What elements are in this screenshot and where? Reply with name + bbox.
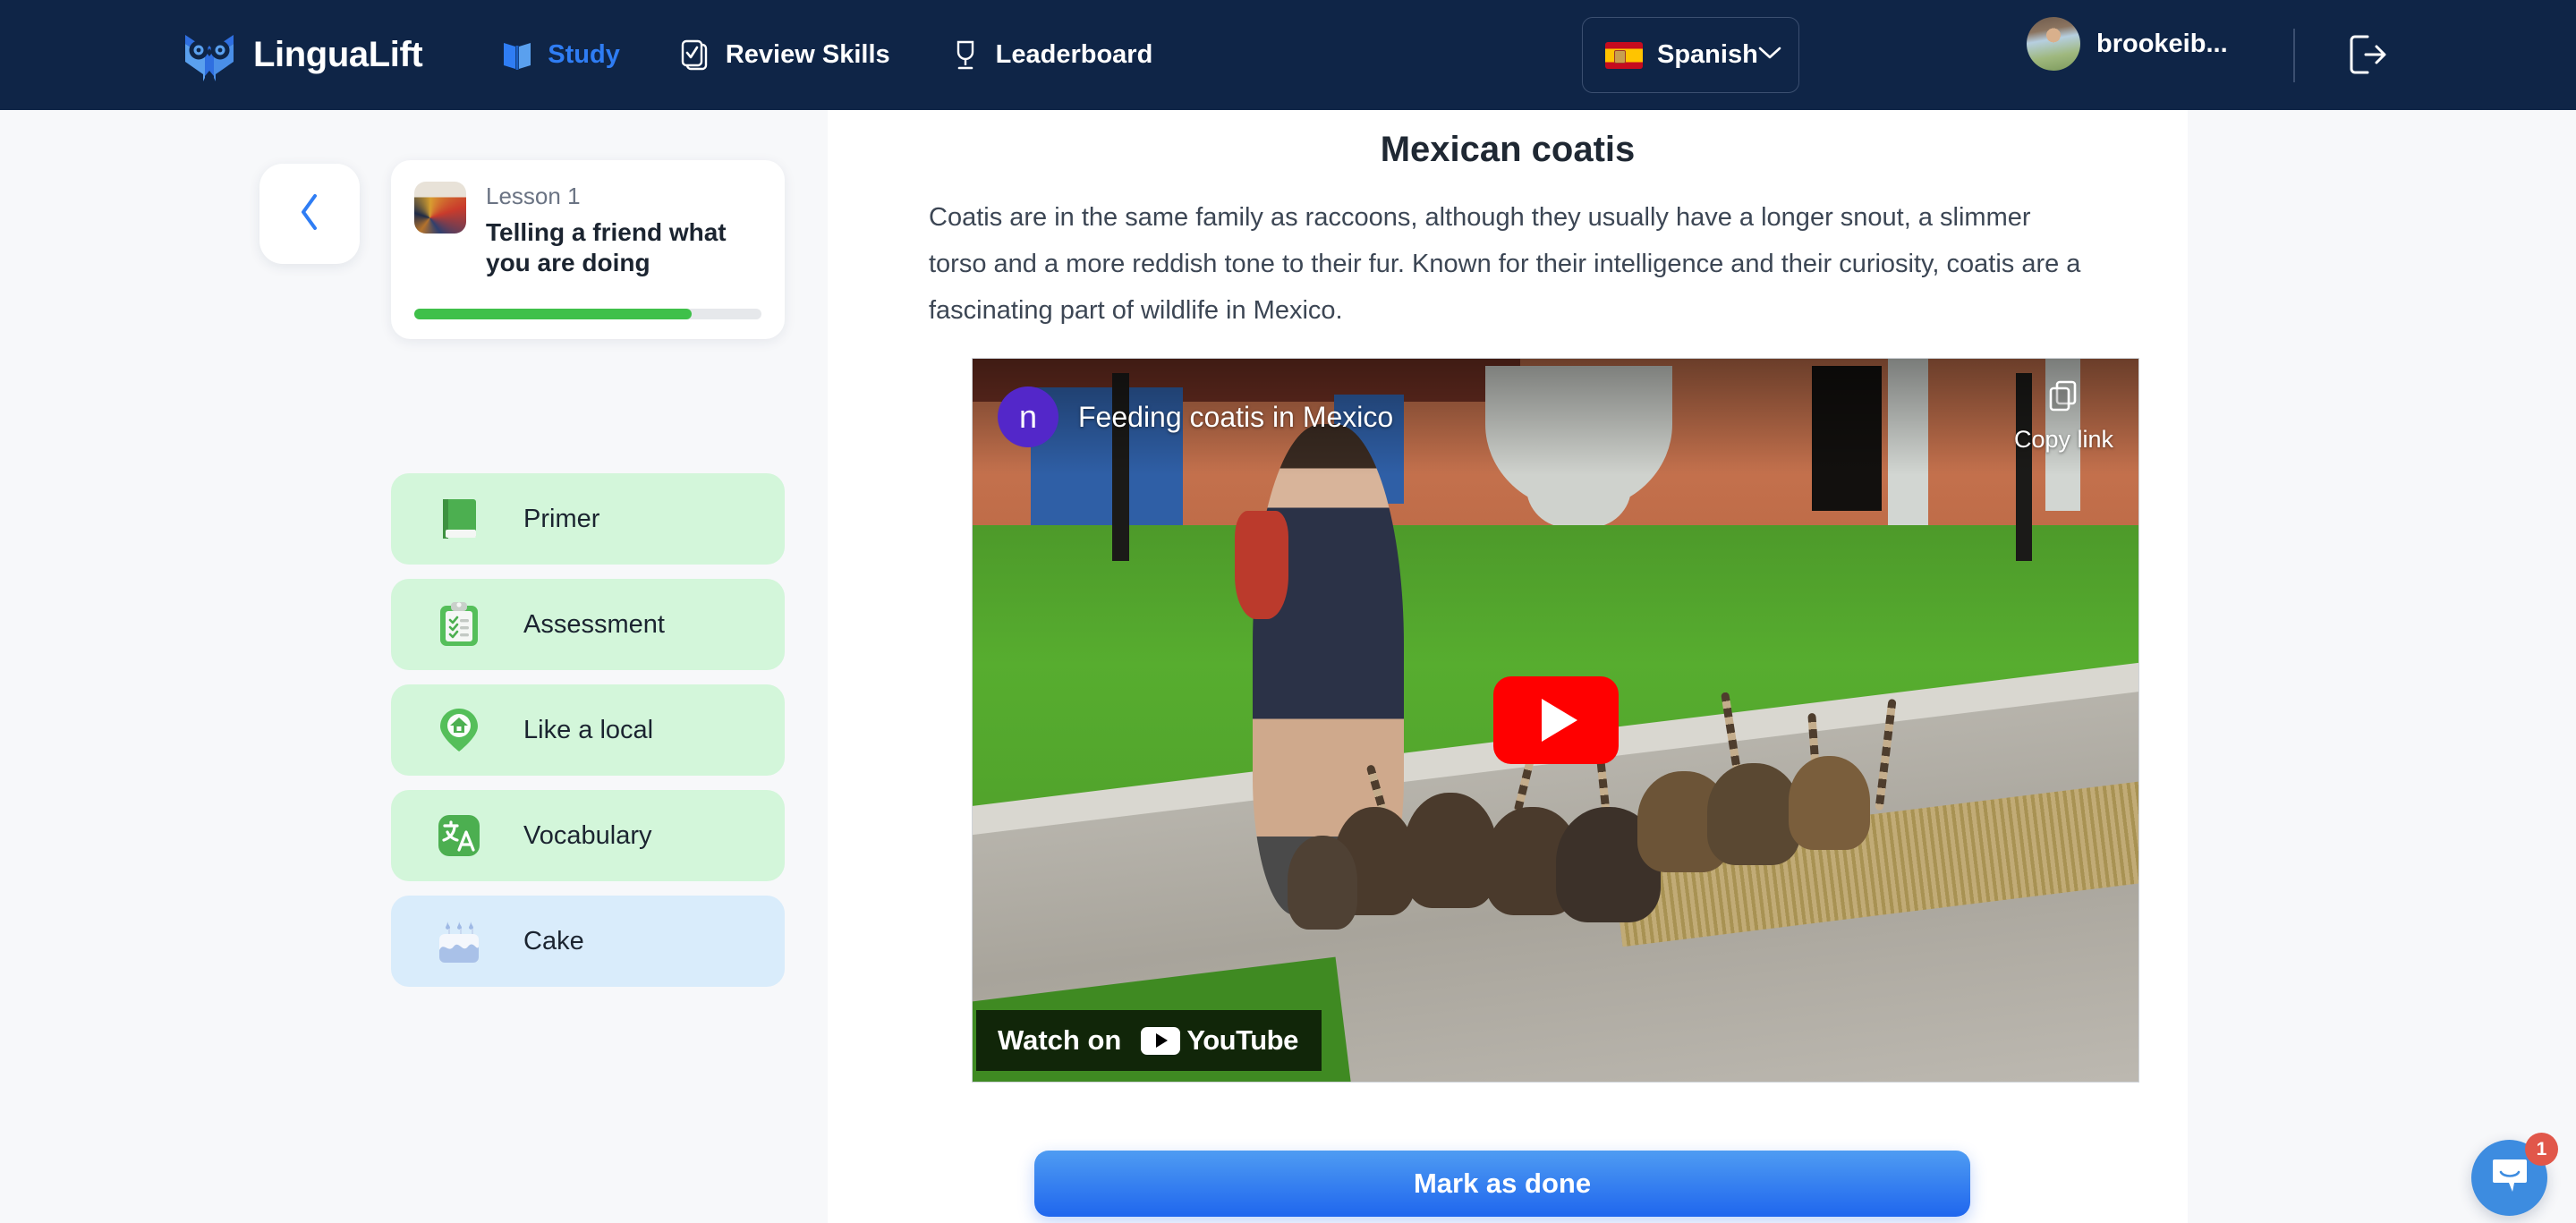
nav-item-leaderboard[interactable]: Leaderboard <box>949 38 1153 72</box>
copy-link-button[interactable]: Copy link <box>2014 378 2113 454</box>
sidebar-item-assessment[interactable]: Assessment <box>391 579 785 670</box>
logout-icon <box>2348 64 2387 80</box>
nav-label: Study <box>548 40 620 70</box>
nav-item-study[interactable]: Study <box>501 38 620 72</box>
channel-avatar[interactable]: n <box>998 386 1058 447</box>
brand-logo[interactable]: LinguaLift <box>182 26 422 85</box>
user-name: brookeib... <box>2096 30 2228 59</box>
cake-icon <box>432 914 486 968</box>
logout-button[interactable] <box>2348 33 2387 81</box>
youtube-video-embed[interactable]: n Feeding coatis in Mexico Copy link Wat… <box>972 358 2139 1083</box>
sidebar-item-label: Vocabulary <box>523 821 652 851</box>
intercom-unread-badge: 1 <box>2525 1133 2558 1166</box>
lesson-title: Telling a friend what you are doing <box>486 217 761 278</box>
lesson-progress-bar <box>414 309 761 319</box>
youtube-label: YouTube <box>1186 1024 1298 1057</box>
sidebar-item-primer[interactable]: Primer <box>391 473 785 565</box>
watch-on-youtube-button[interactable]: Watch on YouTube <box>976 1010 1322 1071</box>
lesson-progress-fill <box>414 309 692 319</box>
chevron-left-icon <box>298 192 321 236</box>
sidebar-item-label: Primer <box>523 505 599 534</box>
nav-label: Review Skills <box>726 40 890 70</box>
nav-item-review-skills[interactable]: Review Skills <box>679 38 890 72</box>
open-book-icon <box>501 38 533 72</box>
checklist-cards-icon <box>679 38 711 72</box>
nav-label: Leaderboard <box>996 40 1153 70</box>
main-nav: Study Review Skills Leaderboard <box>501 38 1152 72</box>
home-pin-icon <box>432 703 486 757</box>
header-divider <box>2293 29 2295 82</box>
copy-icon <box>2046 378 2080 420</box>
app-header: LinguaLift Study Review Skills <box>0 0 2576 110</box>
video-top-bar: n Feeding coatis in Mexico <box>973 359 2138 475</box>
user-menu[interactable]: brookeib... <box>2027 17 2228 71</box>
sidebar-item-vocabulary[interactable]: Vocabulary <box>391 790 785 881</box>
page-body: Lesson 1 Telling a friend what you are d… <box>0 110 2576 1223</box>
language-selector[interactable]: Spanish <box>1582 17 1799 93</box>
watch-on-label: Watch on <box>998 1024 1121 1057</box>
chevron-down-icon <box>1758 46 1781 64</box>
lesson-section-menu: Primer Assessment <box>391 473 785 1001</box>
mark-as-done-button[interactable]: Mark as done <box>1034 1151 1970 1217</box>
copy-link-label: Copy link <box>2014 426 2113 454</box>
green-book-icon <box>432 492 486 546</box>
page-title: Mexican coatis <box>828 130 2188 170</box>
video-title[interactable]: Feeding coatis in Mexico <box>1078 401 1393 434</box>
article-body-text: Coatis are in the same family as raccoon… <box>929 194 2092 335</box>
sidebar-item-label: Like a local <box>523 716 653 745</box>
sidebar-item-label: Assessment <box>523 610 665 640</box>
lesson-card[interactable]: Lesson 1 Telling a friend what you are d… <box>391 160 785 339</box>
sidebar-item-like-a-local[interactable]: Like a local <box>391 684 785 776</box>
sidebar-item-label: Cake <box>523 927 584 956</box>
spain-flag-icon <box>1605 42 1643 69</box>
youtube-badge-icon <box>1141 1027 1180 1055</box>
trophy-icon <box>949 38 982 72</box>
avatar <box>2027 17 2080 71</box>
youtube-play-icon[interactable] <box>1493 676 1619 764</box>
lesson-thumbnail <box>414 182 466 234</box>
chat-bubble-icon <box>2489 1156 2530 1200</box>
brand-name: LinguaLift <box>253 35 422 75</box>
owl-book-icon <box>182 26 237 85</box>
language-value: Spanish <box>1657 40 1758 70</box>
lesson-number: Lesson 1 <box>486 184 761 208</box>
lesson-content-panel: Mexican coatis Coatis are in the same fa… <box>828 110 2188 1223</box>
clipboard-check-icon <box>432 598 486 651</box>
translate-icon <box>432 809 486 862</box>
sidebar-item-cake[interactable]: Cake <box>391 896 785 987</box>
back-button[interactable] <box>259 164 360 264</box>
youtube-logo: YouTube <box>1141 1024 1298 1057</box>
